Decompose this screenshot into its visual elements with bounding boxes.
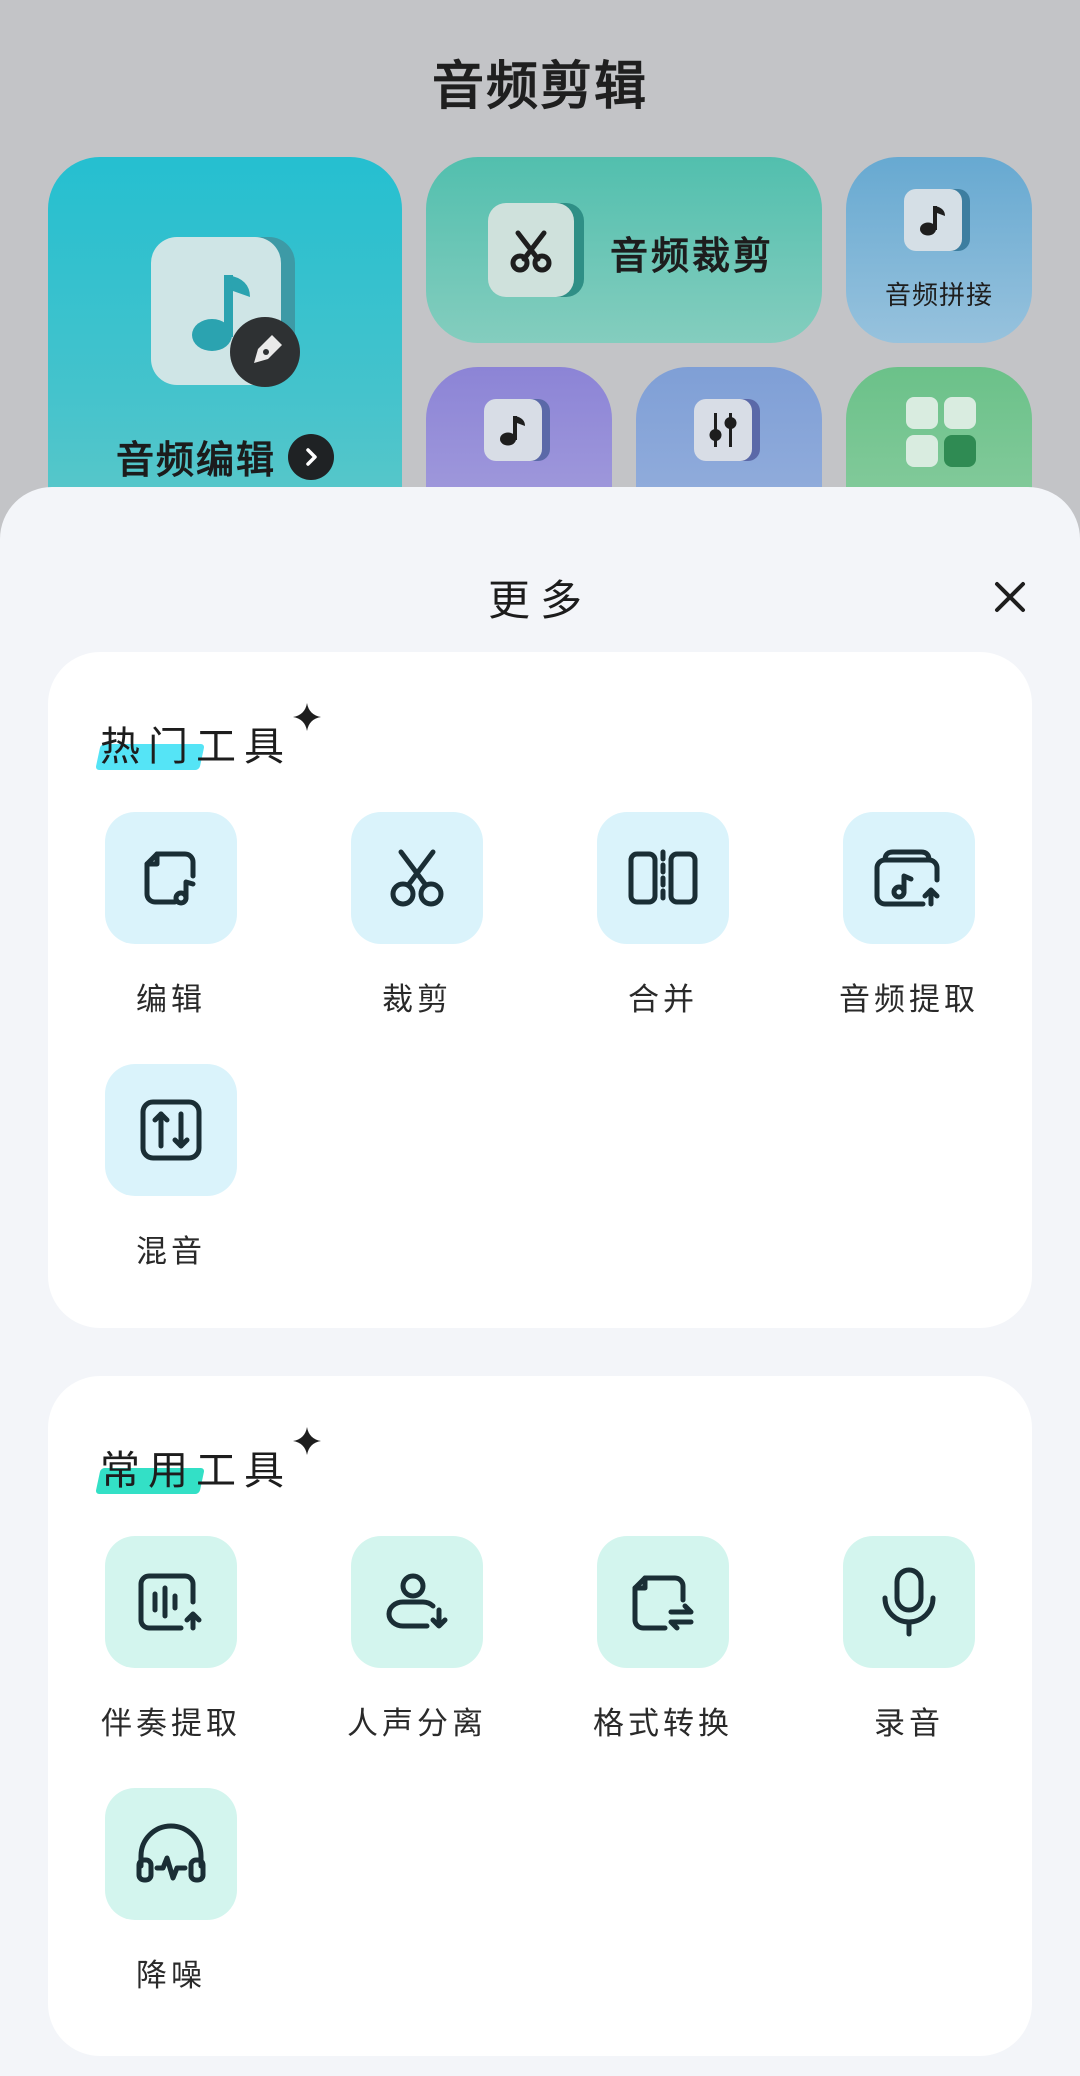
tool-vocal-separate[interactable]: 人声分离 bbox=[294, 1536, 540, 1743]
tool-format-convert[interactable]: 格式转换 bbox=[540, 1536, 786, 1743]
mixer-icon bbox=[694, 399, 752, 461]
sheet-title: 更多 bbox=[487, 576, 592, 625]
page-title: 音频剪辑 bbox=[431, 57, 648, 117]
section-title: 常用工具 bbox=[95, 1427, 321, 1498]
format-convert-icon bbox=[597, 1536, 729, 1668]
merge-icon bbox=[597, 812, 729, 944]
audio-edit-label: 音频编辑 bbox=[115, 438, 276, 482]
tool-cut[interactable]: 裁剪 bbox=[294, 812, 540, 1019]
section-title: 热门工具 bbox=[95, 703, 321, 774]
tool-edit[interactable]: 编辑 bbox=[48, 812, 294, 1019]
audio-cut-tile[interactable]: 音频裁剪 bbox=[426, 157, 822, 343]
tool-audio-extract[interactable]: 音频提取 bbox=[786, 812, 1032, 1019]
tool-merge[interactable]: 合并 bbox=[540, 812, 786, 1019]
sparkle-icon bbox=[293, 1427, 321, 1455]
music-note-icon bbox=[484, 399, 542, 461]
audio-cut-label: 音频裁剪 bbox=[610, 234, 775, 278]
more-sheet: 更多 热门工具 编辑 裁剪 合并 音频提取 混音 常用工具 伴奏提取 人声分离 … bbox=[0, 487, 1080, 2076]
scissors-icon bbox=[351, 812, 483, 944]
microphone-icon bbox=[843, 1536, 975, 1668]
headphones-noise-icon bbox=[105, 1788, 237, 1920]
tool-record[interactable]: 录音 bbox=[786, 1536, 1032, 1743]
music-file-edit-icon bbox=[105, 812, 237, 944]
music-note-icon bbox=[904, 189, 962, 251]
scissors-icon bbox=[488, 203, 574, 297]
chevron-right-icon bbox=[288, 433, 334, 480]
tool-mix[interactable]: 混音 bbox=[48, 1064, 294, 1271]
hot-tools-card: 热门工具 编辑 裁剪 合并 音频提取 混音 bbox=[48, 652, 1032, 1328]
tool-noise-reduction[interactable]: 降噪 bbox=[48, 1788, 294, 1995]
audio-join-tile[interactable]: 音频拼接 bbox=[846, 157, 1032, 343]
vocal-separate-icon bbox=[351, 1536, 483, 1668]
accompaniment-extract-icon bbox=[105, 1536, 237, 1668]
sparkle-icon bbox=[293, 703, 321, 731]
apps-grid-icon bbox=[906, 397, 976, 467]
audio-join-label: 音频拼接 bbox=[884, 281, 993, 311]
close-icon[interactable] bbox=[980, 567, 1040, 627]
audio-extract-icon bbox=[843, 812, 975, 944]
tool-accompaniment-extract[interactable]: 伴奏提取 bbox=[48, 1536, 294, 1743]
mixer-icon bbox=[105, 1064, 237, 1196]
pen-icon bbox=[230, 317, 300, 387]
common-tools-card: 常用工具 伴奏提取 人声分离 格式转换 录音 降噪 bbox=[48, 1376, 1032, 2056]
